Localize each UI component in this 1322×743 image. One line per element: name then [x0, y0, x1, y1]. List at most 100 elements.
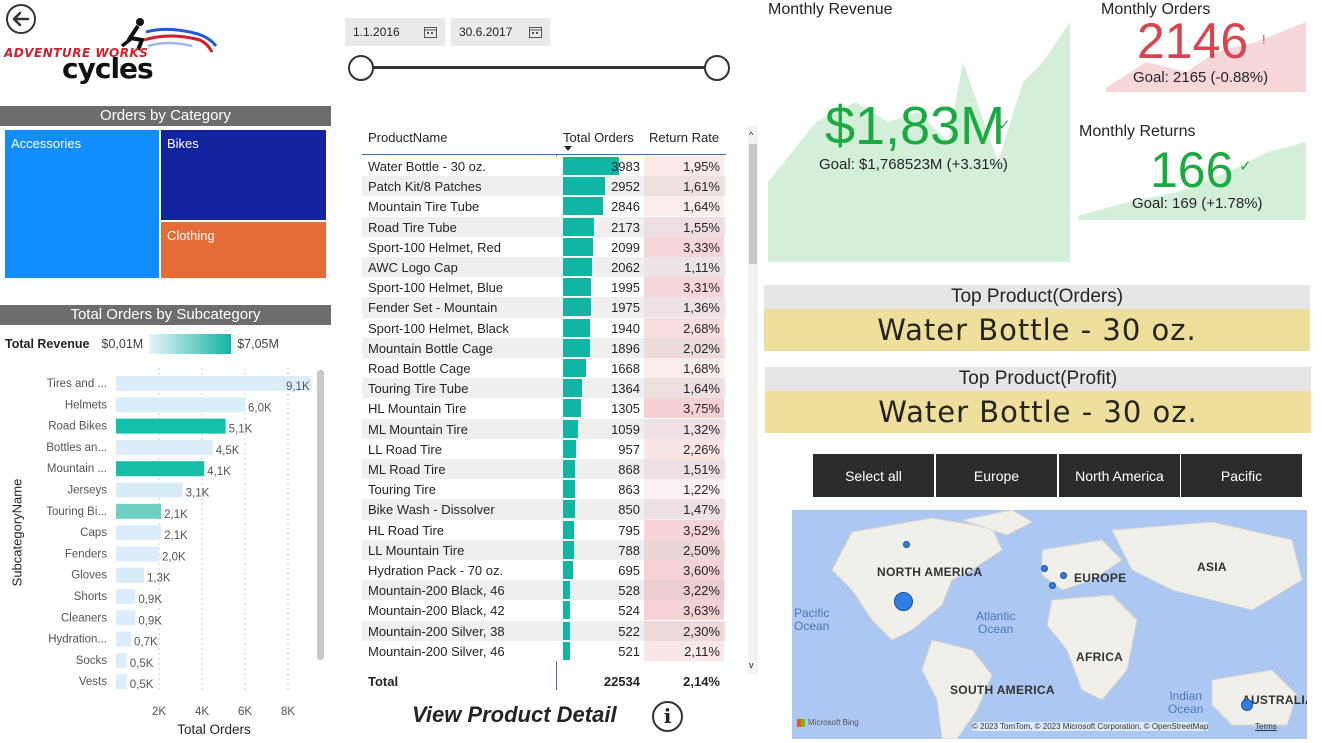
table-row[interactable]: Mountain-200 Black, 42 524 3,63%: [362, 600, 726, 621]
table-row[interactable]: Mountain-200 Silver, 46 521 2,11%: [362, 640, 726, 661]
world-map-land: [831, 510, 1303, 739]
table-row[interactable]: HL Mountain Tire 1305 3,75%: [362, 398, 726, 419]
treemap-cell-bikes[interactable]: Bikes: [161, 130, 326, 220]
table-row[interactable]: LL Road Tire 957 2,26%: [362, 438, 726, 459]
category-label: Caps: [80, 527, 107, 539]
data-label: 9,1K: [286, 381, 310, 393]
start-date-input[interactable]: 1.1.2016: [345, 18, 445, 46]
table-row[interactable]: Mountain Bottle Cage 1896 2,02%: [362, 337, 726, 358]
orders-goal: Goal: 2165 (-0.88%): [1133, 69, 1269, 86]
total-orders-cell: 1668: [611, 361, 640, 376]
data-label: 6,0K: [248, 402, 272, 414]
bar[interactable]: [116, 567, 144, 583]
bar[interactable]: [116, 674, 127, 690]
data-label: 4,5K: [216, 445, 240, 457]
bar[interactable]: [116, 610, 136, 626]
table-row[interactable]: Touring Tire 863 1,22%: [362, 479, 726, 500]
table-row[interactable]: Touring Tire Tube 1364 1,64%: [362, 378, 726, 399]
bar[interactable]: [116, 418, 226, 434]
total-orders-cell: 1975: [611, 300, 640, 316]
table-row[interactable]: Sport-100 Helmet, Red 2099 3,33%: [362, 236, 726, 257]
table-row[interactable]: ML Road Tire 868 1,51%: [362, 459, 726, 480]
table-row[interactable]: Water Bottle - 30 oz. 3983 1,95%: [362, 156, 726, 177]
table-row[interactable]: AWC Logo Cap 2062 1,11%: [362, 257, 726, 278]
data-label: 0,9K: [138, 615, 162, 627]
table-row[interactable]: ML Mountain Tire 1059 1,32%: [362, 418, 726, 439]
date-slider-track[interactable]: [360, 66, 716, 69]
product-name-cell: Road Tire Tube: [368, 219, 457, 235]
scroll-down-icon[interactable]: v: [749, 660, 754, 670]
total-orders-cell: 1305: [611, 401, 640, 417]
bar[interactable]: [116, 525, 162, 541]
map-bubble-australia[interactable]: [1241, 699, 1253, 711]
table-row[interactable]: HL Road Tire 795 3,52%: [362, 519, 726, 540]
chart-scrollbar[interactable]: [317, 370, 324, 660]
info-icon[interactable]: i: [652, 701, 683, 732]
treemap-cell-clothing[interactable]: Clothing: [161, 222, 326, 278]
map-bubble-usa[interactable]: [894, 592, 913, 611]
bing-logo: Microsoft Bing: [797, 718, 859, 727]
table-row[interactable]: Road Tire Tube 2173 1,55%: [362, 216, 726, 237]
checkmark-icon: ✓: [998, 117, 1011, 134]
bar[interactable]: [116, 631, 132, 647]
calendar-icon[interactable]: [424, 26, 437, 38]
bar[interactable]: [116, 439, 213, 455]
table-row[interactable]: Bike Wash - Dissolver 850 1,47%: [362, 499, 726, 520]
return-rate-cell: 3,75%: [683, 401, 720, 417]
col-header-return-rate[interactable]: Return Rate: [649, 130, 719, 145]
view-product-detail-link[interactable]: View Product Detail: [412, 702, 617, 728]
map-bubble-france[interactable]: [1049, 582, 1056, 589]
product-table: ProductName Total Orders Return Rate Wat…: [362, 124, 760, 694]
sales-map[interactable]: NORTH AMERICA EUROPE ASIA AFRICA SOUTH A…: [792, 510, 1307, 739]
total-orders-cell: 1059: [611, 421, 640, 437]
calendar-icon[interactable]: [529, 26, 542, 38]
bar[interactable]: [116, 589, 136, 604]
bar[interactable]: [116, 482, 183, 498]
map-bubble-uk[interactable]: [1041, 565, 1048, 572]
end-date-input[interactable]: 30.6.2017: [451, 18, 550, 46]
bar[interactable]: [116, 376, 312, 391]
region-north-america-button[interactable]: North America: [1059, 454, 1180, 497]
bar[interactable]: [116, 546, 159, 562]
treemap-cell-accessories[interactable]: Accessories: [5, 130, 159, 278]
table-row[interactable]: Fender Set - Mountain 1975 1,36%: [362, 297, 726, 318]
table-row[interactable]: Mountain-200 Silver, 38 522 2,30%: [362, 620, 726, 641]
map-bubble-germany[interactable]: [1060, 572, 1067, 579]
return-rate-cell: 2,02%: [683, 340, 720, 356]
category-label: Jerseys: [67, 485, 107, 497]
product-name-cell: Mountain-200 Black, 42: [368, 603, 505, 619]
return-rate-cell: 1,68%: [683, 361, 720, 376]
total-orders-cell: 524: [618, 603, 640, 619]
sort-descending-icon[interactable]: [564, 146, 572, 152]
table-row[interactable]: Sport-100 Helmet, Black 1940 2,68%: [362, 317, 726, 338]
scroll-up-icon[interactable]: ^: [749, 130, 753, 140]
treemap-title: Orders by Category: [0, 106, 331, 126]
region-europe-button[interactable]: Europe: [936, 454, 1057, 497]
table-row[interactable]: Mountain Tire Tube 2846 1,64%: [362, 196, 726, 217]
tick-label: 6K: [238, 706, 252, 718]
bar[interactable]: [116, 461, 205, 477]
date-slider-end-handle[interactable]: [704, 55, 730, 81]
bar[interactable]: [116, 652, 127, 668]
table-scrollbar-thumb[interactable]: [749, 144, 757, 264]
table-row[interactable]: Sport-100 Helmet, Blue 1995 3,31%: [362, 277, 726, 298]
bar[interactable]: [116, 503, 162, 519]
legend-title: Total Revenue: [5, 337, 90, 351]
product-name-cell: Mountain Tire Tube: [368, 199, 480, 215]
table-row[interactable]: Road Bottle Cage 1668 1,68%: [362, 358, 726, 379]
total-orders-cell: 1364: [611, 381, 640, 397]
table-row[interactable]: Hydration Pack - 70 oz. 695 3,60%: [362, 560, 726, 581]
bar[interactable]: [116, 397, 245, 413]
map-bubble-canada[interactable]: [903, 541, 910, 548]
date-slider-start-handle[interactable]: [348, 55, 374, 81]
table-row[interactable]: Patch Kit/8 Patches 2952 1,61%: [362, 176, 726, 197]
col-header-productname[interactable]: ProductName: [368, 130, 447, 145]
table-row[interactable]: Mountain-200 Black, 46 528 3,22%: [362, 580, 726, 601]
table-row[interactable]: LL Mountain Tire 788 2,50%: [362, 539, 726, 560]
region-pacific-button[interactable]: Pacific: [1181, 454, 1302, 497]
product-name-cell: Mountain Bottle Cage: [368, 340, 494, 356]
table-scrollbar[interactable]: ^ v: [748, 126, 758, 674]
col-header-total-orders[interactable]: Total Orders: [563, 130, 634, 145]
map-terms-link[interactable]: Terms: [1255, 722, 1277, 731]
region-select-all-button[interactable]: Select all: [813, 454, 934, 497]
